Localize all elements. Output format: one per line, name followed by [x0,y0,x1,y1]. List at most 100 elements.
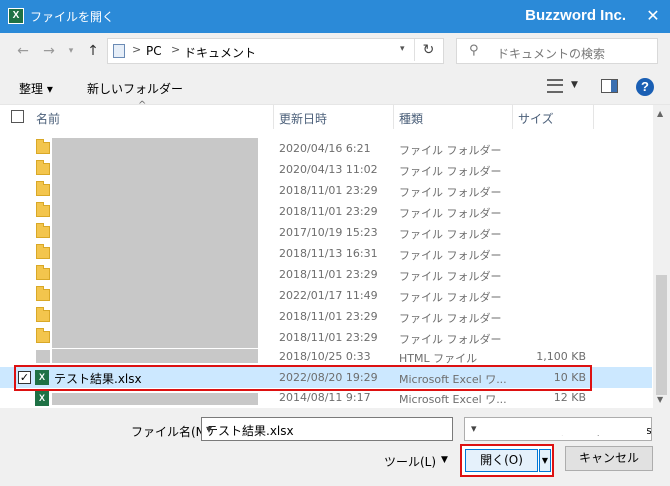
redacted-name [52,243,258,264]
folder-icon [36,139,50,154]
sort-up-icon: ^ [138,100,147,111]
scroll-down-icon[interactable]: ▼ [657,395,663,404]
toolbar: 整理 ▾ 新しいフォルダー ▼ ? [0,70,670,104]
column-name[interactable]: 名前 [36,110,60,127]
refresh-icon[interactable]: ↻ [414,39,442,61]
redacted-name [52,264,258,285]
list-item[interactable]: 2020/04/16 6:21 ファイル フォルダー [0,138,652,159]
column-divider[interactable] [593,105,594,129]
chevron-down-icon[interactable]: ▾ [206,422,448,436]
close-icon[interactable]: ✕ [636,0,670,33]
item-type: ファイル フォルダー [399,228,502,241]
list-item[interactable]: 2018/11/13 16:31 ファイル フォルダー [0,243,652,264]
item-type: ファイル フォルダー [399,144,502,157]
redacted-name [52,306,258,327]
list-item[interactable]: 2022/01/17 11:49 ファイル フォルダー [0,285,652,306]
item-type: ファイル フォルダー [399,165,502,178]
list-item-selected[interactable]: ✓ X テスト結果.xlsx 2022/08/20 19:29 Microsof… [0,367,652,388]
redacted-name [52,393,258,405]
chevron-down-icon[interactable]: ▾ [469,422,647,435]
navigation-bar: ← → ▾ ↑ > PC > ドキュメント ▾ ↻ ⚲ ドキュメントの検索 [0,33,670,70]
item-type: ファイル フォルダー [399,291,502,304]
folder-icon [36,202,50,217]
breadcrumb-documents[interactable]: ドキュメント [184,44,256,61]
chevron-down-icon[interactable]: ▼ [441,455,448,465]
redacted-name [52,222,258,243]
list-item[interactable]: 2018/10/25 0:33 HTML ファイル 1,100 KB [0,348,652,365]
list-item[interactable]: 2018/11/01 23:29 ファイル フォルダー [0,327,652,348]
address-bar[interactable]: > PC > ドキュメント ▾ [107,38,444,64]
item-type: Microsoft Excel ワ... [399,373,507,386]
new-folder-button[interactable]: 新しいフォルダー [87,80,183,97]
item-date: 2020/04/16 6:21 [279,142,371,155]
item-type: ファイル フォルダー [399,312,502,325]
column-divider[interactable] [393,105,394,129]
document-icon [113,44,125,58]
list-item[interactable]: 2017/10/19 15:23 ファイル フォルダー [0,222,652,243]
redacted-name [52,327,258,348]
folder-icon [36,265,50,280]
list-item[interactable]: 2020/04/13 11:02 ファイル フォルダー [0,159,652,180]
search-input[interactable]: ⚲ ドキュメントの検索 [456,38,658,64]
list-item[interactable]: 2018/11/01 23:29 ファイル フォルダー [0,264,652,285]
item-size: 1,100 KB [536,350,586,363]
file-type-select[interactable]: すべての Excel ファイル (*.xl*;*.xlsx ▾ [464,417,652,441]
item-date: 2018/11/01 23:29 [279,331,378,344]
item-type: ファイル フォルダー [399,207,502,220]
open-button[interactable]: 開く(O) [465,449,538,472]
item-date: 2018/10/25 0:33 [279,350,371,363]
folder-icon [36,223,50,238]
view-options-icon[interactable] [547,79,563,93]
html-file-icon [36,350,50,363]
list-item[interactable]: 2018/11/01 23:29 ファイル フォルダー [0,306,652,327]
search-icon: ⚲ [469,43,479,58]
item-date: 2020/04/13 11:02 [279,163,378,176]
preview-pane-icon[interactable] [601,79,618,93]
item-checkbox[interactable]: ✓ [18,371,31,384]
item-type: HTML ファイル [399,352,478,365]
tools-button[interactable]: ツール(L) [384,453,436,470]
redacted-name [52,349,258,363]
folder-icon [36,244,50,259]
chevron-down-icon[interactable]: ▼ [571,80,578,90]
brand-text: Buzzword Inc. [525,7,626,24]
file-list: ^ 名前 更新日時 種類 サイズ 2020/04/16 6:21 ファイル フォ… [0,100,670,409]
item-size: 12 KB [553,391,586,404]
chevron-down-icon[interactable]: ▾ [62,42,80,60]
title-bar: X ファイルを開く Buzzword Inc. ✕ [0,0,670,33]
item-date: 2018/11/01 23:29 [279,205,378,218]
organize-button[interactable]: 整理 ▾ [19,80,53,97]
list-item[interactable]: 2018/11/01 23:29 ファイル フォルダー [0,180,652,201]
excel-file-icon: X [35,391,49,406]
folder-icon [36,307,50,322]
folder-icon [36,328,50,343]
item-size: 10 KB [553,371,586,384]
list-item[interactable]: 2018/11/01 23:29 ファイル フォルダー [0,201,652,222]
scrollbar[interactable]: ▲ ▼ [653,105,670,409]
column-divider[interactable] [273,105,274,129]
help-icon[interactable]: ? [636,78,654,96]
arrow-up-icon[interactable]: ↑ [84,42,102,60]
chevron-down-icon[interactable]: ▾ [400,44,405,54]
list-item[interactable]: X 2014/08/11 9:17 Microsoft Excel ワ... 1… [0,389,652,407]
arrow-left-icon[interactable]: ← [14,42,32,60]
filename-field[interactable]: テスト結果.xlsx ▾ [201,417,453,441]
chevron-right-icon: > [132,43,142,56]
redacted-name [52,138,258,159]
scroll-up-icon[interactable]: ▲ [657,109,663,118]
item-date: 2018/11/01 23:29 [279,184,378,197]
item-date: 2017/10/19 15:23 [279,226,378,239]
open-dropdown-icon[interactable]: ▼ [539,449,551,472]
arrow-right-icon[interactable]: → [40,42,58,60]
column-size[interactable]: サイズ [518,110,554,127]
select-all-checkbox[interactable] [11,110,24,123]
column-type[interactable]: 種類 [399,110,423,127]
breadcrumb-pc[interactable]: PC [146,44,162,58]
redacted-name [52,180,258,201]
column-divider[interactable] [512,105,513,129]
folder-icon [36,181,50,196]
item-name: テスト結果.xlsx [54,372,142,386]
scroll-thumb[interactable] [656,275,667,395]
column-modified[interactable]: 更新日時 [279,110,327,127]
cancel-button[interactable]: キャンセル [565,446,653,471]
